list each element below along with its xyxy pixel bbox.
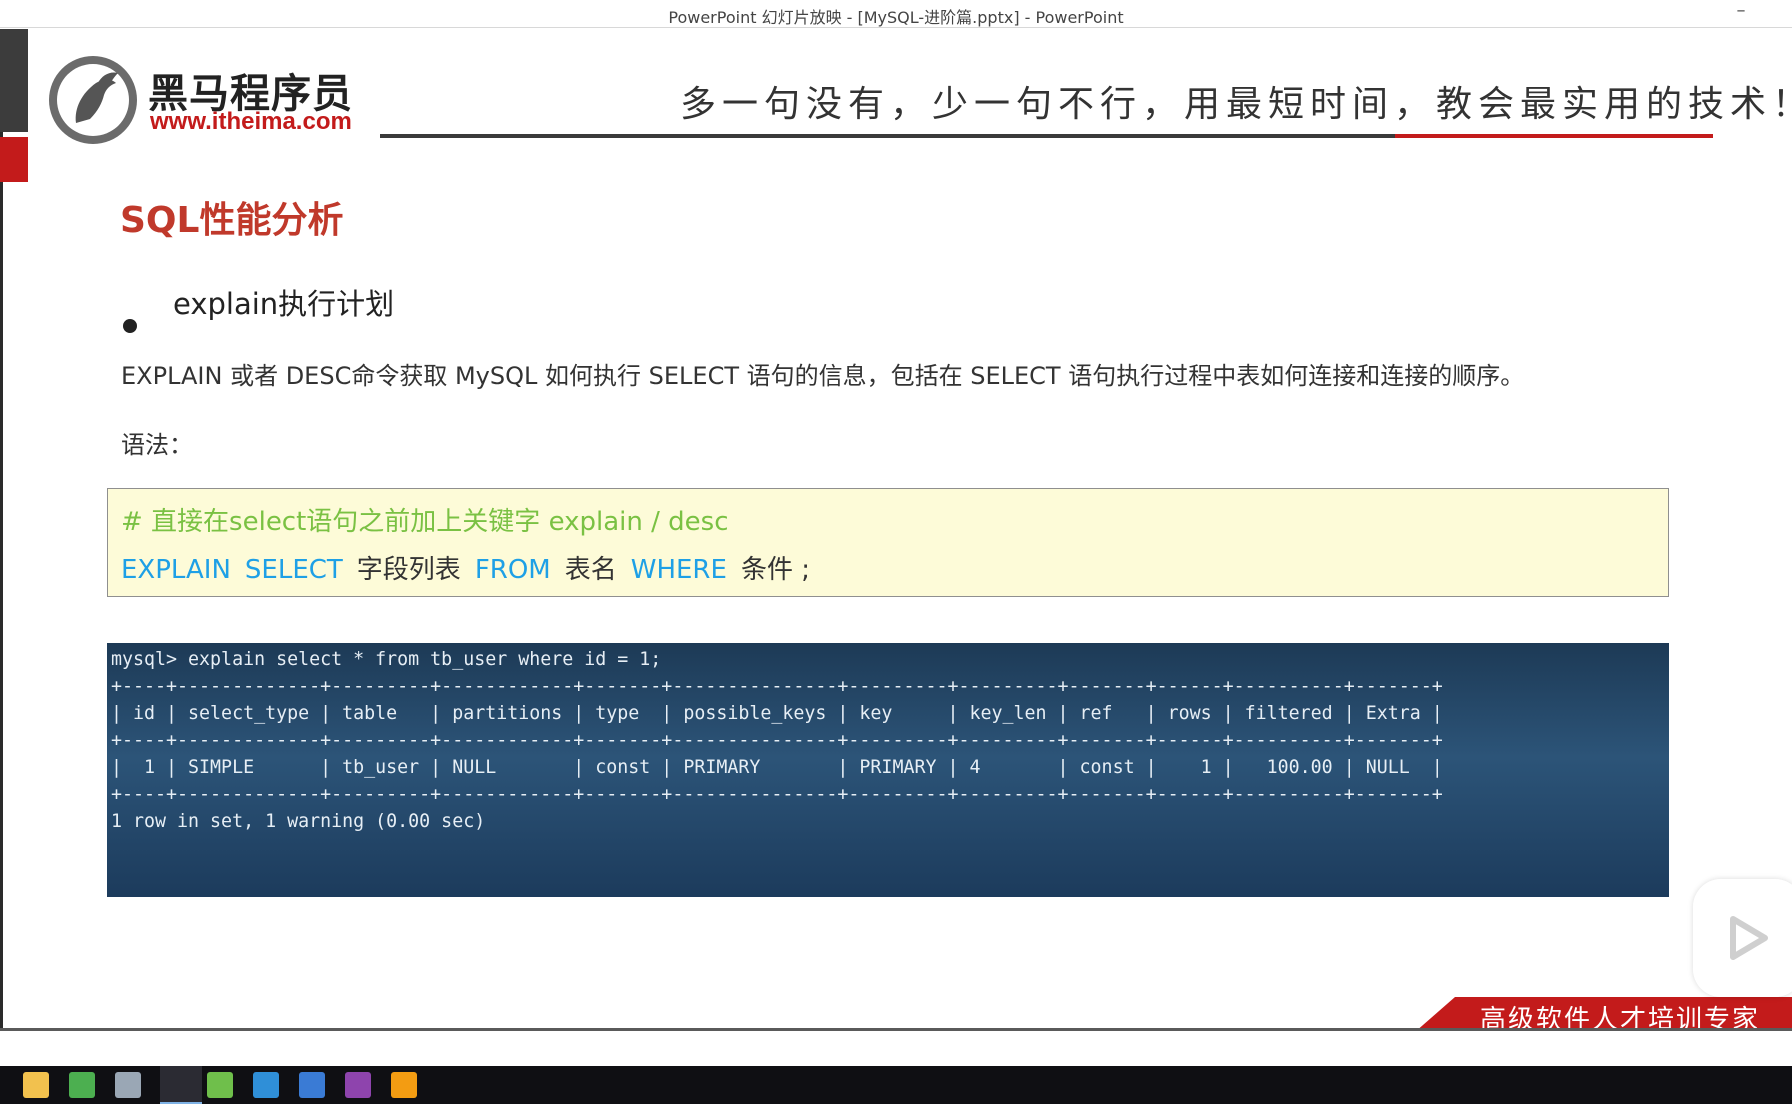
windows-taskbar — [0, 1066, 1792, 1104]
sublime-icon[interactable] — [391, 1072, 417, 1098]
terminal-line: +----+-------------+---------+----------… — [111, 676, 1443, 697]
header-divider-accent — [1395, 134, 1713, 138]
notepad-icon[interactable] — [207, 1072, 233, 1098]
brand-logo: 黑马程序员 www.itheima.com — [46, 53, 356, 151]
terminal-line: | 1 | SIMPLE | tb_user | NULL | const | … — [111, 757, 1443, 778]
code-text: 表名 — [564, 555, 617, 585]
footer-divider — [0, 1028, 1792, 1031]
code-keyword: SELECT — [244, 555, 343, 585]
terminal-line: +----+-------------+---------+----------… — [111, 784, 1443, 805]
slide-heading: SQL性能分析 — [120, 200, 344, 241]
code-keyword: FROM — [474, 555, 551, 585]
syntax-code-box: # 直接在select语句之前加上关键字 explain / desc EXPL… — [107, 488, 1669, 597]
datagrip-icon[interactable] — [345, 1072, 371, 1098]
window-title-bar: PowerPoint 幻灯片放映 - [MySQL-进阶篇.pptx] - Po… — [0, 0, 1792, 28]
chrome-icon[interactable] — [69, 1072, 95, 1098]
file-explorer-icon[interactable] — [23, 1072, 49, 1098]
code-comment: # 直接在select语句之前加上关键字 explain / desc — [121, 507, 729, 537]
code-statement: EXPLAIN SELECT 字段列表 FROM 表名 WHERE 条件 ; — [121, 549, 824, 586]
horse-logo-icon — [49, 56, 137, 144]
terminal-line: | id | select_type | table | partitions … — [111, 703, 1443, 724]
code-keyword: EXPLAIN — [121, 555, 231, 585]
video-play-button[interactable] — [1693, 879, 1792, 997]
bullet-text: explain执行计划 — [173, 287, 395, 321]
remote-desktop-icon[interactable] — [299, 1072, 325, 1098]
slide-motto: 多一句没有，少一句不行，用最短时间，教会最实用的技术！ — [680, 84, 1792, 125]
description-text: EXPLAIN 或者 DESC命令获取 MySQL 如何执行 SELECT 语句… — [121, 362, 1525, 390]
box-app-icon[interactable] — [253, 1072, 279, 1098]
minimize-button[interactable]: – — [1718, 0, 1764, 28]
brand-url: www.itheima.com — [150, 108, 352, 135]
play-icon — [1730, 916, 1768, 960]
mysql-terminal-screenshot: mysql> explain select * from tb_user whe… — [107, 643, 1669, 897]
footer-banner-text: 高级软件人才培训专家 — [1480, 1005, 1761, 1031]
bird-icon[interactable] — [115, 1072, 141, 1098]
terminal-line: mysql> explain select * from tb_user whe… — [111, 649, 662, 670]
code-text: 字段列表 — [356, 555, 461, 585]
code-keyword: WHERE — [630, 555, 727, 585]
header-divider — [380, 134, 1395, 138]
slide-canvas: 黑马程序员 www.itheima.com 多一句没有，少一句不行，用最短时间，… — [0, 29, 1792, 1031]
terminal-line: +----+-------------+---------+----------… — [111, 730, 1443, 751]
terminal-line: 1 row in set, 1 warning (0.00 sec) — [111, 811, 486, 832]
active-app-indicator — [160, 1066, 202, 1104]
code-text: 条件 ; — [740, 555, 810, 585]
decor-dark-block — [0, 29, 28, 132]
window-title: PowerPoint 幻灯片放映 - [MySQL-进阶篇.pptx] - Po… — [668, 8, 1124, 27]
decor-red-block — [0, 137, 28, 182]
bullet-icon — [123, 319, 137, 333]
syntax-label: 语法： — [121, 431, 193, 459]
